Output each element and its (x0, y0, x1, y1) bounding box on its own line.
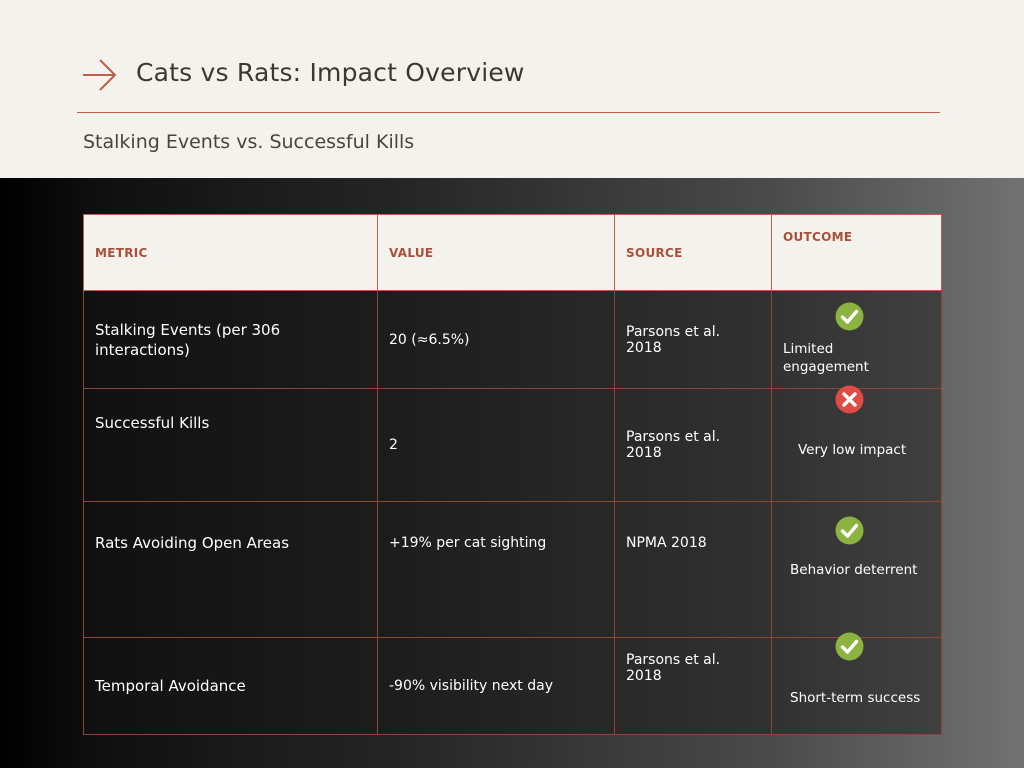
source-cell: Parsons et al. 2018 (614, 637, 772, 735)
table-row: Successful Kills 2 Parsons et al. 2018 V… (83, 385, 942, 502)
source-cell: NPMA 2018 (614, 501, 772, 638)
column-header-source: SOURCE (614, 214, 772, 291)
header-divider (77, 112, 940, 113)
column-header-metric: METRIC (83, 214, 378, 291)
check-icon (835, 302, 864, 331)
outcome-cell: Short-term success (771, 632, 942, 735)
outcome-cell: Limited engagement (771, 290, 942, 389)
check-icon (835, 516, 864, 545)
metric-cell: Successful Kills (83, 388, 378, 502)
outcome-label: Very low impact (798, 442, 907, 458)
value-cell: 2 (377, 388, 615, 502)
value-cell: +19% per cat sighting (377, 501, 615, 638)
metric-cell: Stalking Events (per 306 interactions) (83, 290, 378, 389)
column-header-value: VALUE (377, 214, 615, 291)
table-header-row: METRIC VALUE SOURCE OUTCOME (83, 214, 942, 291)
value-cell: 20 (≈6.5%) (377, 290, 615, 389)
table-row: Temporal Avoidance -90% visibility next … (83, 632, 942, 735)
outcome-label: Short-term success (790, 690, 921, 706)
column-header-outcome: OUTCOME (771, 214, 942, 291)
outcome-cell: Behavior deterrent (771, 501, 942, 638)
page-subtitle: Stalking Events vs. Successful Kills (83, 131, 415, 153)
value-cell: -90% visibility next day (377, 637, 615, 735)
cross-icon (835, 385, 864, 414)
source-cell: Parsons et al. 2018 (614, 388, 772, 502)
outcome-label: Behavior deterrent (790, 562, 918, 578)
impact-table: METRIC VALUE SOURCE OUTCOME Stalking Eve… (83, 214, 942, 735)
header-band: Cats vs Rats: Impact Overview Stalking E… (0, 0, 1024, 178)
arrow-right-icon (83, 59, 117, 91)
table-row: Rats Avoiding Open Areas +19% per cat si… (83, 501, 942, 638)
metric-cell: Temporal Avoidance (83, 637, 378, 735)
metric-cell: Rats Avoiding Open Areas (83, 501, 378, 638)
check-icon (835, 632, 864, 661)
page-title: Cats vs Rats: Impact Overview (136, 58, 525, 87)
table-row: Stalking Events (per 306 interactions) 2… (83, 290, 942, 389)
outcome-label: Limited engagement (783, 341, 869, 375)
source-cell: Parsons et al. 2018 (614, 290, 772, 389)
outcome-cell: Very low impact (771, 385, 942, 502)
